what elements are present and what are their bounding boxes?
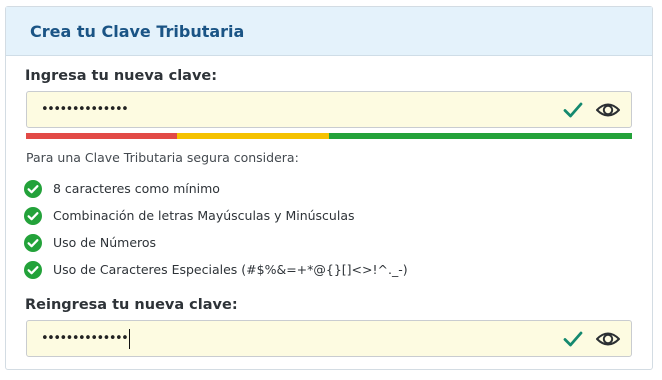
check-icon	[563, 331, 583, 347]
password-card: Crea tu Clave Tributaria Ingresa tu nuev…	[5, 6, 653, 370]
confirm-password-dots: ••••••••••••••	[41, 331, 129, 346]
requirement-label: Uso de Caracteres Especiales (#$%&=+*@{}…	[53, 262, 408, 277]
check-circle-icon	[24, 233, 42, 252]
eye-icon[interactable]	[595, 99, 621, 121]
confirm-password-value: ••••••••••••••	[41, 321, 131, 356]
requirement-label: Uso de Números	[53, 235, 157, 250]
requirement-item: Uso de Números	[24, 229, 408, 256]
new-password-field[interactable]: ••••••••••••••	[26, 91, 632, 128]
check-circle-icon	[24, 206, 42, 225]
requirement-label: Combinación de letras Mayúsculas y Minús…	[53, 208, 355, 223]
strength-segment-medium	[177, 133, 329, 139]
requirements-title: Para una Clave Tributaria segura conside…	[26, 150, 299, 165]
text-caret	[129, 328, 131, 349]
new-password-value: ••••••••••••••	[41, 102, 129, 117]
card-header: Crea tu Clave Tributaria	[6, 7, 652, 56]
confirm-password-label: Reingresa tu nueva clave:	[25, 297, 238, 313]
strength-segment-strong	[329, 133, 632, 139]
check-icon	[563, 102, 583, 118]
check-circle-icon	[24, 260, 42, 279]
requirement-item: 8 caracteres como mínimo	[24, 175, 408, 202]
page-title: Crea tu Clave Tributaria	[30, 21, 245, 41]
password-strength-bar	[26, 133, 632, 139]
requirements-list: 8 caracteres como mínimo Combinación de …	[24, 175, 408, 283]
new-password-label: Ingresa tu nueva clave:	[25, 68, 218, 84]
check-circle-icon	[24, 179, 42, 198]
requirement-label: 8 caracteres como mínimo	[53, 181, 220, 196]
eye-icon[interactable]	[595, 328, 621, 350]
confirm-password-field[interactable]: ••••••••••••••	[26, 320, 632, 357]
requirement-item: Uso de Caracteres Especiales (#$%&=+*@{}…	[24, 256, 408, 283]
strength-segment-weak	[26, 133, 177, 139]
requirement-item: Combinación de letras Mayúsculas y Minús…	[24, 202, 408, 229]
